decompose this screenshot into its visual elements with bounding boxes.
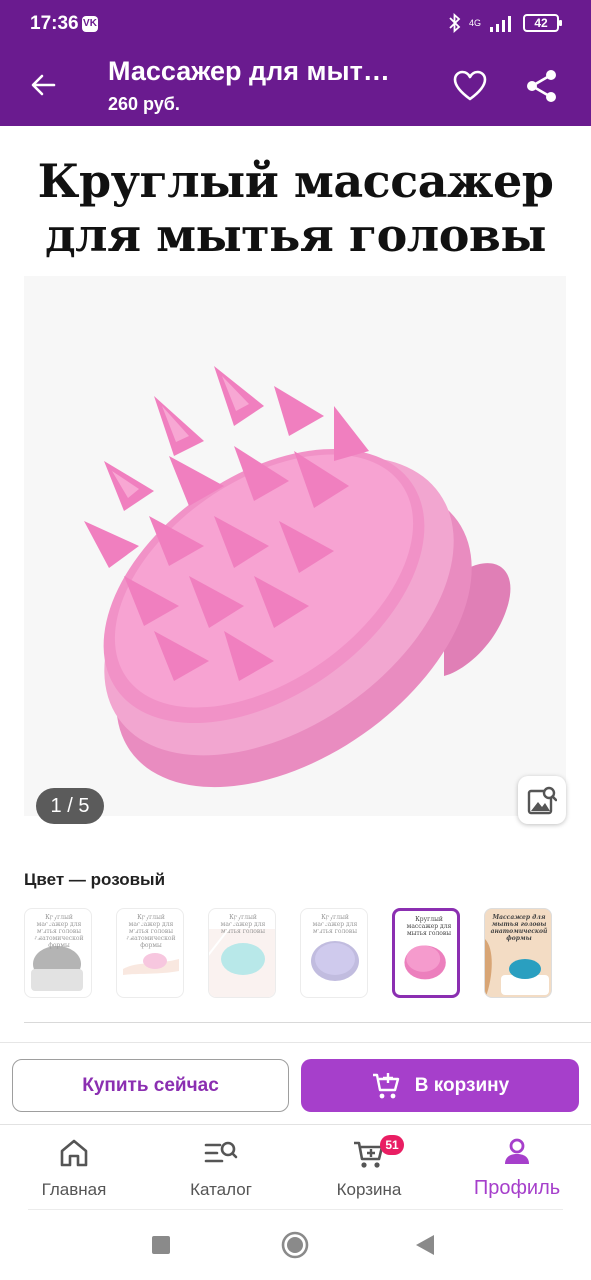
heart-icon — [453, 70, 487, 101]
nav-item-cart[interactable]: 51 Корзина — [304, 1125, 434, 1210]
thumbnail-caption: Круглый массажер для мытья головы анатом… — [126, 914, 176, 949]
home-icon — [60, 1139, 88, 1167]
square-icon — [152, 1236, 170, 1254]
favorite-button[interactable] — [448, 64, 492, 108]
nav-label-catalog: Каталог — [190, 1180, 252, 1199]
product-image-heading-line2: для мытья головы — [45, 208, 546, 262]
battery-icon: 42 — [523, 14, 562, 32]
thumbnail-caption: Круглый массажер для мытья головы анатом… — [34, 914, 84, 949]
bluetooth-icon — [449, 13, 461, 33]
triangle-back-icon — [416, 1235, 434, 1255]
nav-item-home[interactable]: Главная — [9, 1125, 139, 1210]
cart-count-badge: 51 — [380, 1135, 404, 1155]
signal-icon — [490, 16, 511, 32]
status-bar: 17:36 VK 4G 42 — [0, 0, 591, 44]
home-system-button[interactable] — [280, 1230, 310, 1260]
color-thumbnail[interactable]: Круглый массажер для мытья головы — [300, 908, 368, 998]
image-search-icon — [527, 786, 557, 815]
product-image-heading: Круглый массажер для мытья головы — [0, 154, 591, 262]
color-label: Цвет — розовый — [24, 870, 166, 889]
back-system-button[interactable] — [410, 1230, 440, 1260]
network-type: 4G — [468, 17, 481, 28]
product-header: Массажер для мыт… 260 руб. — [0, 44, 591, 126]
nav-label-home: Главная — [41, 1180, 107, 1199]
vk-notification-icon: VK — [82, 16, 98, 32]
header-price: 260 руб. — [108, 94, 180, 114]
nav-item-catalog[interactable]: Каталог — [156, 1125, 286, 1210]
share-button[interactable] — [520, 64, 564, 108]
back-arrow-icon — [31, 74, 56, 96]
image-counter: 1 / 5 — [36, 788, 104, 824]
nav-label-profile: Профиль — [473, 1177, 561, 1199]
back-button[interactable] — [22, 64, 64, 106]
nav-label-cart: Корзина — [336, 1180, 402, 1199]
image-search-button[interactable] — [518, 776, 566, 824]
thumbnail-caption: Массажер для мытья головы анатомической … — [490, 914, 548, 942]
color-thumbnail-selected[interactable]: Круглый массажер для мытья головы — [392, 908, 460, 998]
page-title: Массажер для мыт… — [108, 56, 390, 86]
catalog-search-icon — [204, 1141, 238, 1163]
product-photo — [84, 366, 511, 788]
thumbnail-caption: Круглый массажер для мытья головы — [312, 914, 358, 935]
add-to-cart-button[interactable]: В корзину — [301, 1059, 579, 1112]
circle-icon — [281, 1231, 309, 1259]
battery-level: 42 — [534, 16, 548, 30]
recent-apps-button[interactable] — [146, 1230, 176, 1260]
add-to-cart-icon — [372, 1072, 399, 1098]
system-navigation-bar — [0, 1210, 591, 1280]
add-to-cart-label: В корзину — [414, 1074, 510, 1096]
bottom-navigation: Главная Каталог 51 Корзина Профиль — [0, 1125, 591, 1210]
profile-icon — [505, 1138, 529, 1164]
section-divider — [0, 1042, 591, 1043]
color-thumbnail[interactable]: Массажер для мытья головы анатомической … — [484, 908, 552, 998]
status-time: 17:36 — [30, 13, 79, 34]
product-image-heading-line1: Круглый массажер — [37, 154, 554, 208]
color-thumbnail[interactable]: Круглый массажер для мытья головы — [208, 908, 276, 998]
color-thumbnails: Круглый массажер для мытья головы анатом… — [24, 908, 564, 998]
nav-item-profile[interactable]: Профиль — [452, 1125, 582, 1210]
section-divider — [24, 1022, 591, 1023]
thumbnail-caption: Круглый массажер для мытья головы — [220, 914, 266, 935]
color-thumbnail[interactable]: Круглый массажер для мытья головы анатом… — [116, 908, 184, 998]
color-thumbnail[interactable]: Круглый массажер для мытья головы анатом… — [24, 908, 92, 998]
share-icon — [527, 70, 556, 102]
status-indicators: 4G 42 — [449, 12, 562, 34]
buy-now-button[interactable]: Купить сейчас — [12, 1059, 289, 1112]
thumbnail-caption: Круглый массажер для мытья головы — [406, 916, 452, 937]
buy-now-label: Купить сейчас — [82, 1074, 219, 1096]
product-image-carousel[interactable]: Круглый массажер для мытья головы 1 / 5 — [0, 126, 591, 836]
